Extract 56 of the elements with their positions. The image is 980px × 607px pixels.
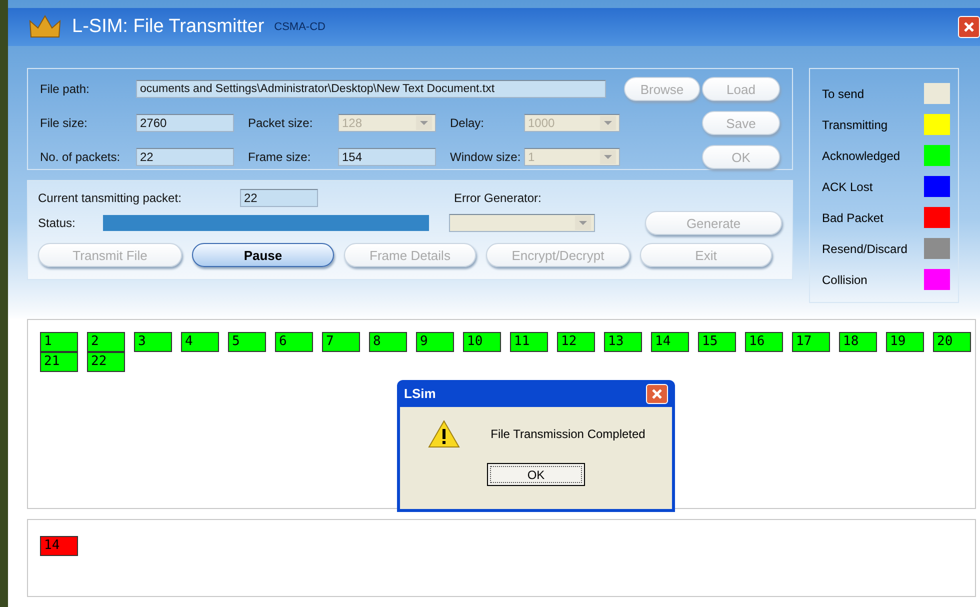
close-button[interactable] (646, 384, 668, 404)
field-label: Current tansmitting packet: (38, 191, 182, 205)
packet-block: 7 (322, 332, 360, 352)
legend-label: ACK Lost (822, 180, 873, 194)
packet-block: 4 (181, 332, 219, 352)
packet-block: 14 (651, 332, 689, 352)
dialog-title: LSim (404, 386, 436, 401)
legend-label: To send (822, 86, 864, 100)
file-path-field[interactable]: ocuments and Settings\Administrator\Desktop\New Text Document.txt (136, 80, 606, 98)
legend-label: Acknowledged (822, 148, 900, 162)
legend-label: Resend/Discard (822, 242, 908, 256)
field-label: Packet size: (247, 116, 314, 130)
close-icon (963, 21, 975, 33)
packet-block: 14 (40, 536, 78, 556)
field-label: Frame size: (247, 150, 312, 164)
packet-block: 8 (369, 332, 407, 352)
packet-block: 1 (40, 332, 78, 352)
legend-label: Collision (822, 272, 868, 286)
field-label: Delay: (449, 116, 486, 130)
current-packet-field[interactable]: 22 (240, 189, 318, 207)
window-subtitle: CSMA-CD (274, 21, 326, 33)
field-label: Status: (38, 216, 76, 230)
packet-block: 3 (134, 332, 172, 352)
field-label: Window size: (449, 150, 522, 164)
field-label: File size: (40, 116, 88, 130)
packet-block: 15 (698, 332, 736, 352)
packet-block: 6 (275, 332, 313, 352)
close-icon (651, 388, 663, 400)
packet-block: 21 (40, 352, 78, 372)
packet-block: 12 (557, 332, 595, 352)
packet-count-field[interactable]: 22 (136, 148, 234, 166)
packet-block: 17 (792, 332, 830, 352)
dialog-message: File Transmission Completed (490, 427, 646, 441)
packet-block: 19 (886, 332, 924, 352)
close-button[interactable] (958, 16, 980, 38)
field-label: No. of packets: (40, 150, 122, 164)
packet-block: 20 (933, 332, 971, 352)
window-title: L-SIM: File Transmitter (72, 16, 264, 38)
packet-block: 9 (416, 332, 454, 352)
packet-block: 13 (604, 332, 642, 352)
packet-block: 16 (745, 332, 783, 352)
packet-block: 2 (87, 332, 125, 352)
packet-block: 22 (87, 352, 125, 372)
packet-block: 18 (839, 332, 877, 352)
packet-block: 10 (463, 332, 501, 352)
legend-label: Transmitting (822, 118, 888, 132)
action-button[interactable]: Pause (192, 243, 334, 267)
field-label: File path: (40, 82, 90, 96)
frame-size-field[interactable]: 154 (338, 148, 436, 166)
field-label: Error Generator: (454, 191, 542, 205)
warning-icon (426, 419, 461, 449)
packet-block: 5 (228, 332, 266, 352)
legend-label: Bad Packet (822, 210, 884, 224)
ok-button[interactable]: OK (487, 463, 585, 486)
file-size-field[interactable]: 2760 (136, 114, 234, 132)
packet-block: 11 (510, 332, 548, 352)
